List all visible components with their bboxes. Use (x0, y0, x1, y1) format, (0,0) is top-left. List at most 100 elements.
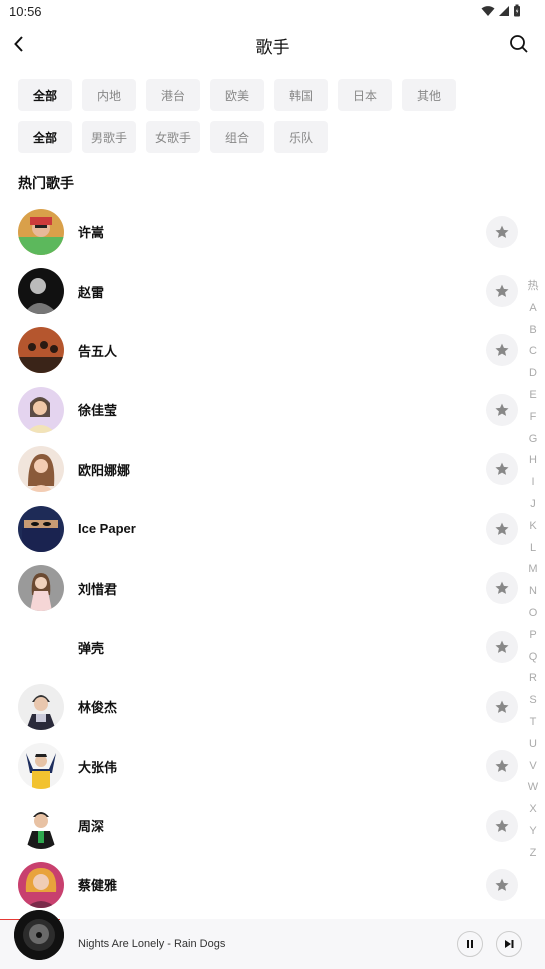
favorite-button[interactable] (486, 631, 518, 664)
mini-player[interactable]: Nights Are Lonely - Rain Dogs (0, 910, 545, 969)
artist-name: 蔡健雅 (78, 878, 118, 894)
region-chip[interactable]: 韩国 (274, 79, 328, 111)
favorite-button[interactable] (486, 393, 518, 426)
index-letter[interactable]: W (528, 777, 538, 799)
artist-row[interactable]: 林俊杰 (0, 677, 545, 736)
wifi-icon (481, 5, 495, 16)
favorite-button[interactable] (486, 809, 518, 842)
alphabet-index[interactable]: 热ABCDEFGHIJKLMNOPQRSTUVWXYZ (525, 276, 541, 865)
index-letter[interactable]: S (529, 690, 536, 712)
index-letter[interactable]: G (529, 429, 538, 451)
favorite-button[interactable] (486, 868, 518, 901)
favorite-button[interactable] (486, 334, 518, 367)
artist-name: 大张伟 (78, 759, 118, 775)
index-letter[interactable]: F (530, 407, 537, 429)
type-chip[interactable]: 男歌手 (82, 121, 136, 153)
avatar[interactable] (18, 624, 64, 671)
index-letter[interactable]: A (529, 298, 536, 320)
index-letter[interactable]: I (531, 472, 534, 494)
artist-row[interactable]: 徐佳莹 (0, 380, 545, 439)
avatar[interactable] (18, 386, 64, 433)
avatar[interactable] (18, 861, 64, 908)
section-title: 热门歌手 (18, 175, 74, 191)
artist-name: 刘惜君 (78, 581, 118, 597)
index-letter[interactable]: E (529, 385, 536, 407)
index-letter[interactable]: D (529, 363, 537, 385)
artist-row[interactable]: 弹壳 (0, 618, 545, 677)
avatar[interactable] (18, 505, 64, 552)
avatar[interactable] (18, 208, 64, 255)
artist-list: 许嵩 赵雷 告五人 徐佳莹 欧阳娜娜 Ice Paper 刘惜君 弹壳 林俊杰 (0, 202, 545, 915)
status-bar: 10:56 (0, 0, 545, 24)
star-icon (495, 819, 509, 832)
index-letter[interactable]: J (530, 494, 536, 516)
avatar[interactable] (18, 683, 64, 730)
avatar[interactable] (18, 446, 64, 493)
favorite-button[interactable] (486, 453, 518, 486)
index-letter[interactable]: O (529, 603, 538, 625)
index-letter[interactable]: C (529, 341, 537, 363)
page-title: 歌手 (255, 38, 290, 57)
type-chip[interactable]: 组合 (210, 121, 264, 153)
index-letter[interactable]: R (529, 668, 537, 690)
artist-row[interactable]: 许嵩 (0, 202, 545, 261)
index-letter[interactable]: Y (529, 821, 536, 843)
favorite-button[interactable] (486, 215, 518, 248)
avatar[interactable] (18, 268, 64, 315)
index-letter[interactable]: N (529, 581, 537, 603)
avatar[interactable] (18, 327, 64, 374)
star-icon (495, 344, 509, 357)
index-letter[interactable]: H (529, 450, 537, 472)
status-time: 10:56 (9, 4, 42, 19)
region-chip[interactable]: 全部 (18, 79, 72, 111)
avatar[interactable] (18, 802, 64, 849)
region-chip[interactable]: 欧美 (210, 79, 264, 111)
index-letter[interactable]: U (529, 734, 537, 756)
type-chip[interactable]: 全部 (18, 121, 72, 153)
artist-row[interactable]: 蔡健雅 (0, 855, 545, 914)
star-icon (495, 225, 509, 238)
artist-row[interactable]: 欧阳娜娜 (0, 440, 545, 499)
type-chip[interactable]: 乐队 (274, 121, 328, 153)
favorite-button[interactable] (486, 572, 518, 605)
favorite-button[interactable] (486, 750, 518, 783)
avatar[interactable] (18, 743, 64, 790)
region-chip[interactable]: 内地 (82, 79, 136, 111)
index-letter[interactable]: B (529, 320, 536, 342)
search-icon (510, 35, 528, 53)
artist-row[interactable]: 周深 (0, 796, 545, 855)
index-letter[interactable]: T (530, 712, 537, 734)
album-disc[interactable] (14, 910, 64, 960)
top-nav: 歌手 (0, 24, 545, 64)
star-icon (495, 759, 509, 773)
index-letter[interactable]: 热 (528, 276, 539, 298)
type-chip[interactable]: 女歌手 (146, 121, 200, 153)
artist-row[interactable]: 告五人 (0, 321, 545, 380)
index-letter[interactable]: L (530, 538, 536, 560)
next-button[interactable] (496, 931, 522, 957)
search-button[interactable] (507, 32, 531, 56)
index-letter[interactable]: M (528, 559, 537, 581)
favorite-button[interactable] (486, 512, 518, 545)
favorite-button[interactable] (486, 690, 518, 723)
index-letter[interactable]: X (529, 799, 536, 821)
artist-row[interactable]: Ice Paper (0, 499, 545, 558)
region-chip[interactable]: 其他 (402, 79, 456, 111)
artist-name: 欧阳娜娜 (78, 462, 131, 478)
index-letter[interactable]: K (529, 516, 536, 538)
avatar[interactable] (18, 565, 64, 612)
index-letter[interactable]: Q (529, 647, 538, 669)
artist-row[interactable]: 刘惜君 (0, 558, 545, 617)
index-letter[interactable]: P (529, 625, 536, 647)
artist-row[interactable]: 赵雷 (0, 261, 545, 320)
status-icons (481, 4, 521, 17)
artist-row[interactable]: 大张伟 (0, 737, 545, 796)
index-letter[interactable]: V (529, 756, 536, 778)
artist-name: 告五人 (78, 343, 118, 359)
battery-icon (514, 4, 520, 17)
pause-button[interactable] (457, 931, 483, 957)
region-chip[interactable]: 港台 (146, 79, 200, 111)
favorite-button[interactable] (486, 275, 518, 308)
region-chip[interactable]: 日本 (338, 79, 392, 111)
index-letter[interactable]: Z (530, 843, 537, 865)
